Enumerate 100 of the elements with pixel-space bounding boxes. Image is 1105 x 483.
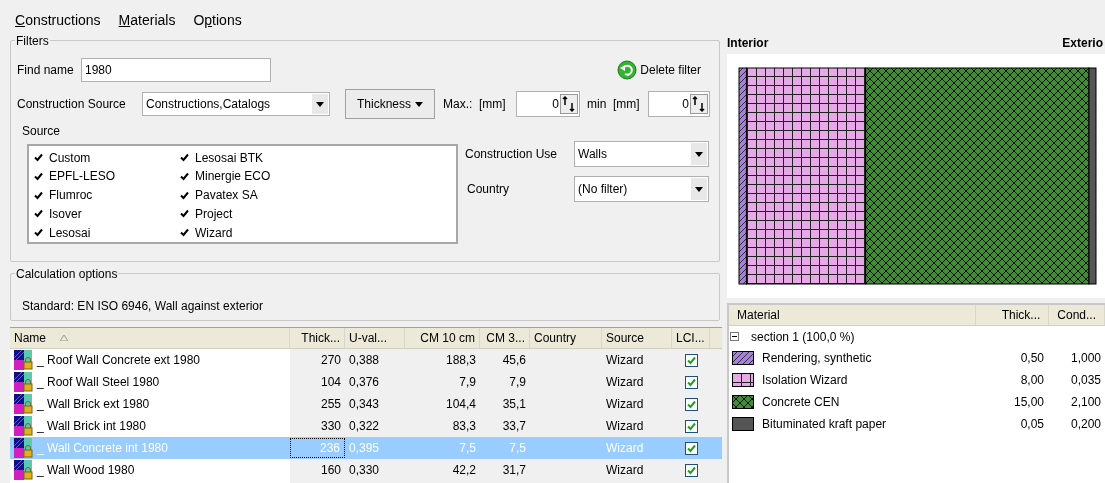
construction-lock-icon [14, 350, 34, 370]
construction-name: _ Wall Concrete int 1980 [37, 440, 168, 457]
column-header[interactable]: Name [10, 328, 290, 348]
checkbox[interactable] [178, 151, 191, 164]
table-cell: 0,376 [349, 375, 380, 389]
table-cell: 160 [320, 463, 341, 477]
table-row[interactable]: _ Roof Wall Steel 1980 104 0,376 7,9 7,9 Wizard [10, 371, 722, 393]
collapse-toggle-icon[interactable] [730, 332, 739, 341]
table-cell: Wizard [606, 353, 644, 367]
table-row[interactable]: _ Roof Wall Concrete ext 1980 270 0,388 188,3 45,6 Wizard [10, 349, 722, 371]
menu-item[interactable]: Materials [118, 9, 176, 31]
table-cell-text: 15,00 [1012, 394, 1044, 411]
checkbox-label: Pavatex SA [195, 187, 258, 205]
checkbox-label: Flumroc [49, 187, 93, 205]
field-label: min [mm] [587, 96, 641, 113]
table-cell: 270 [320, 353, 341, 367]
construction-name: _ Roof Wall Concrete ext 1980 [37, 352, 200, 369]
column-header[interactable]: CM 10 cm [405, 328, 480, 348]
construction-name: _ Wall Brick ext 1980 [37, 396, 150, 413]
table-cell: 31,7 [502, 463, 526, 477]
construction-name: _ Wall Brick int 1980 [37, 418, 146, 435]
max-thickness-spinner[interactable]: 0 [516, 91, 580, 117]
construction-use-dropdown[interactable]: Walls [574, 141, 709, 167]
field-label: Find name [17, 62, 75, 79]
material-name: Rendering, synthetic [762, 350, 873, 367]
table-cell: 0,330 [349, 463, 380, 477]
construction-lock-icon [14, 438, 34, 458]
checkbox[interactable] [32, 151, 45, 164]
table-cell: 236 [319, 441, 340, 455]
construction-lock-icon [14, 372, 34, 392]
spin-arrows-icon [560, 94, 578, 114]
table-cell-text: 0,200 [1069, 416, 1101, 433]
standard-text: Standard: EN ISO 6946, Wall against exterior [22, 298, 264, 315]
min-thickness-spinner[interactable]: 0 [648, 91, 710, 117]
menu-item[interactable]: Options [193, 9, 242, 31]
find-name-input[interactable]: 1980 [81, 58, 271, 82]
thickness-button[interactable]: Thickness [345, 89, 435, 119]
delete-filter-button[interactable]: Delete filter [617, 60, 701, 80]
table-row[interactable]: _ Wall Brick int 1980 330 0,322 83,3 33,7 Wizard [10, 415, 722, 437]
column-header[interactable]: Country [530, 328, 602, 348]
table-cell: 255 [320, 397, 341, 411]
table-cell: Wizard [606, 397, 644, 411]
table-cell: 0,388 [349, 353, 380, 367]
material-name: Concrete CEN [762, 394, 841, 411]
spin-arrows-icon [690, 94, 708, 114]
checkbox-label: Project [195, 205, 233, 223]
field-label: Country [466, 181, 511, 198]
column-header[interactable]: Source [602, 328, 672, 348]
table-cell-text: 1,000 [1069, 350, 1101, 367]
construction-source-dropdown[interactable]: Constructions,Catalogs [142, 92, 330, 116]
undo-icon [617, 60, 638, 80]
exterior-label: Exterio [1062, 35, 1103, 52]
table-cell: 7,5 [509, 441, 526, 455]
table-cell: 35,1 [502, 397, 526, 411]
column-header[interactable]: Thick... [290, 328, 345, 348]
table-cell-text: 0,035 [1069, 372, 1101, 389]
checkbox-label: Custom [49, 149, 91, 167]
construction-name: _ Roof Wall Steel 1980 [37, 374, 160, 391]
table-cell: 0,395 [349, 441, 380, 455]
construction-lock-icon [14, 460, 34, 480]
table-cell: 7,9 [459, 375, 476, 389]
construction-lock-icon [14, 416, 34, 436]
checkbox-label: Wizard [195, 224, 233, 242]
table-row[interactable]: _ Wall Wood 1980 160 0,330 42,2 31,7 Wizard [10, 459, 722, 481]
table-cell: Wizard [606, 441, 644, 455]
table-cell: 188,3 [445, 353, 476, 367]
table-row[interactable]: _ Wall Brick ext 1980 255 0,343 104,4 35,1 Wizard [10, 393, 722, 415]
column-header[interactable]: Thick... [976, 305, 1050, 325]
table-cell: 7,5 [459, 441, 476, 455]
table-cell: 104,4 [445, 397, 476, 411]
checkbox-label: Isover [49, 205, 82, 223]
column-header[interactable]: CM 3... [480, 328, 530, 348]
table-cell: 330 [320, 419, 341, 433]
section-label: section 1 (100,0 %) [751, 328, 855, 346]
table-cell: Wizard [606, 419, 644, 433]
country-dropdown[interactable]: (No filter) [574, 176, 709, 202]
column-header[interactable]: Material [729, 305, 977, 325]
table-cell: Wizard [606, 463, 644, 477]
column-header[interactable]: Cond... [1049, 305, 1105, 325]
menu-item[interactable]: Constructions [15, 9, 101, 31]
material-name: Bituminated kraft paper [762, 416, 888, 433]
field-label: Construction Use [465, 146, 559, 163]
construction-lock-icon [14, 394, 34, 414]
table-cell-text: 0,05 [1019, 416, 1044, 433]
section-label: Source [22, 123, 62, 140]
checkbox-label: EPFL-LESO [49, 168, 116, 186]
interior-label: Interior [727, 35, 769, 52]
table-cell: 0,343 [349, 397, 380, 411]
column-header[interactable]: U-val... [345, 328, 405, 348]
table-cell: 42,2 [452, 463, 476, 477]
material-name: Isolation Wizard [762, 372, 849, 389]
table-cell: 45,6 [502, 353, 526, 367]
table-cell-text: 8,00 [1019, 372, 1044, 389]
column-header[interactable]: LCI... [672, 328, 710, 348]
checkbox[interactable] [684, 441, 698, 455]
table-cell-text: 0,50 [1019, 350, 1044, 367]
table-cell: 7,9 [509, 375, 526, 389]
table-cell-text: 2,100 [1069, 394, 1101, 411]
table-cell: 0,322 [349, 419, 380, 433]
table-cell: 33,7 [502, 419, 526, 433]
